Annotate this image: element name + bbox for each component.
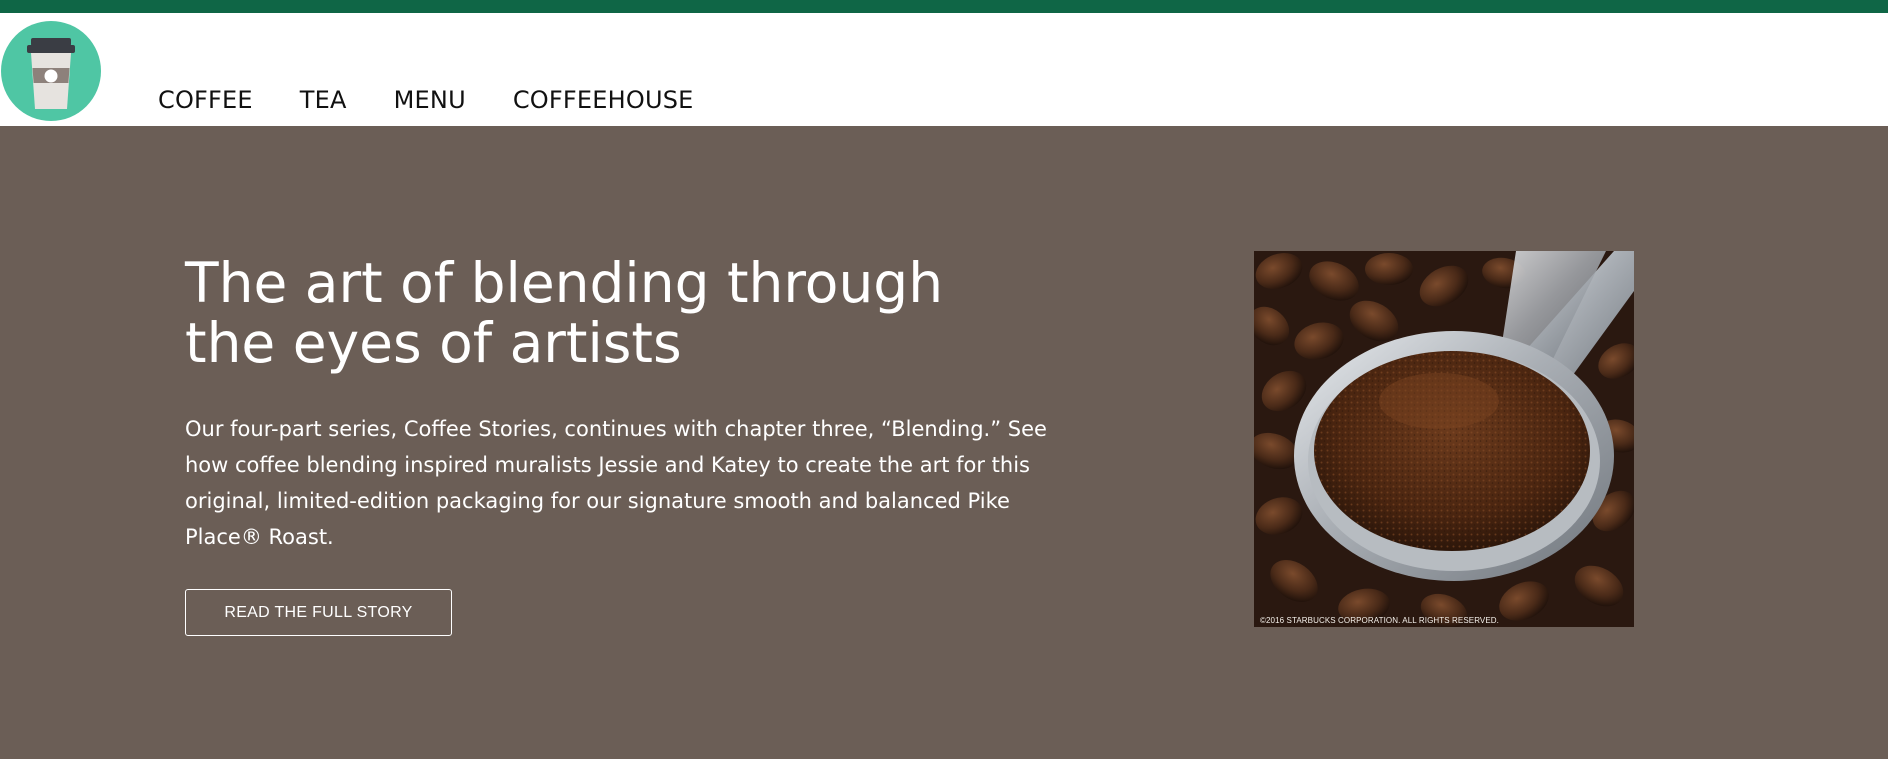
read-full-story-button[interactable]: READ THE FULL STORY: [185, 589, 452, 636]
top-accent-bar: [0, 0, 1888, 13]
coffee-scoop-image: ©2016 STARBUCKS CORPORATION. ALL RIGHTS …: [1254, 251, 1634, 627]
site-header: COFFEE TEA MENU COFFEEHOUSE: [0, 13, 1888, 126]
image-copyright: ©2016 STARBUCKS CORPORATION. ALL RIGHTS …: [1260, 616, 1500, 625]
hero-description: Our four-part series, Coffee Stories, co…: [185, 417, 1047, 549]
nav-item-menu[interactable]: MENU: [394, 86, 466, 114]
hero-title: The art of blending through the eyes of …: [185, 251, 944, 375]
nav-item-coffee[interactable]: COFFEE: [158, 86, 253, 114]
nav-item-coffeehouse[interactable]: COFFEEHOUSE: [513, 86, 694, 114]
nav-item-tea[interactable]: TEA: [300, 86, 347, 114]
coffee-cup-icon[interactable]: [1, 21, 101, 121]
main-nav: COFFEE TEA MENU COFFEEHOUSE: [158, 86, 741, 114]
hero-section: The art of blending through the eyes of …: [0, 126, 1888, 759]
